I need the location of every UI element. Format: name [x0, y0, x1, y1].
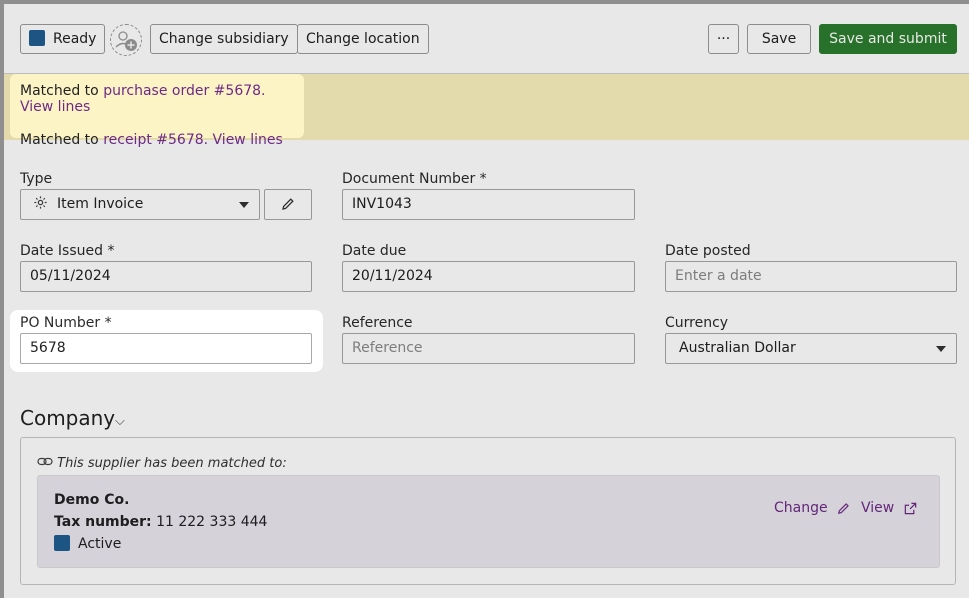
currency-label: Currency — [665, 315, 729, 331]
status-square-icon — [54, 535, 70, 551]
document-number-label: Document Number * — [342, 171, 487, 187]
po-number-spotlight: PO Number * 5678 — [10, 310, 323, 372]
toolbar: Ready Change subsidiary Change location … — [4, 4, 969, 74]
invoice-window: Ready Change subsidiary Change location … — [4, 4, 969, 598]
po-number-input[interactable]: 5678 — [20, 333, 312, 364]
change-supplier-link[interactable]: Change — [774, 500, 851, 516]
view-supplier-link[interactable]: View — [861, 500, 918, 516]
receipt-link[interactable]: receipt #5678. View lines — [103, 132, 283, 148]
match-notice: Matched to purchase order #5678. View li… — [10, 74, 304, 148]
save-and-submit-button[interactable]: Save and submit — [819, 24, 957, 54]
chevron-down-icon — [239, 202, 249, 208]
supplier-match-text: This supplier has been matched to: — [57, 456, 287, 471]
status-button[interactable]: Ready — [20, 24, 106, 54]
link-icon — [37, 457, 53, 466]
status-square-icon — [29, 30, 45, 46]
change-subsidiary-button[interactable]: Change subsidiary — [150, 24, 298, 54]
po-match-prefix: Matched to — [20, 83, 104, 99]
tax-number: Tax number: 11 222 333 444 — [54, 514, 267, 530]
supplier-match-note: This supplier has been matched to: — [37, 456, 287, 471]
supplier-panel: Demo Co. Tax number: 11 222 333 444 Acti… — [37, 475, 940, 568]
change-link-label: Change — [774, 500, 828, 516]
supplier-status: Active — [54, 535, 121, 552]
company-section-title: Company — [20, 406, 116, 430]
date-posted-label: Date posted — [665, 243, 751, 259]
reference-input[interactable]: Reference — [342, 333, 635, 364]
pencil-icon — [838, 502, 849, 514]
pencil-icon — [282, 198, 294, 210]
edit-type-button[interactable] — [264, 189, 312, 220]
save-button[interactable]: Save — [747, 24, 811, 54]
date-issued-input[interactable]: 05/11/2024 — [20, 261, 312, 292]
receipt-match-prefix: Matched to — [20, 132, 104, 148]
chevron-down-icon — [936, 346, 946, 352]
date-due-label: Date due — [342, 243, 407, 259]
change-location-button[interactable]: Change location — [297, 24, 429, 54]
currency-value: Australian Dollar — [679, 340, 796, 356]
type-select[interactable]: Item Invoice — [20, 189, 260, 220]
supplier-name: Demo Co. — [54, 492, 130, 508]
tax-number-value: 11 222 333 444 — [156, 514, 268, 530]
po-number-label: PO Number * — [20, 315, 112, 331]
reference-label: Reference — [342, 315, 413, 331]
date-due-input[interactable]: 20/11/2024 — [342, 261, 635, 292]
add-user-icon[interactable] — [110, 24, 142, 56]
company-card: This supplier has been matched to: Demo … — [20, 437, 956, 585]
document-number-input[interactable]: INV1043 — [342, 189, 635, 220]
status-label: Ready — [53, 31, 97, 47]
currency-select[interactable]: Australian Dollar — [665, 333, 957, 364]
chevron-down-icon[interactable]: ⌵ — [115, 414, 125, 429]
more-options-button[interactable]: ··· — [708, 24, 739, 54]
view-link-label: View — [861, 500, 895, 516]
date-posted-input[interactable]: Enter a date — [665, 261, 957, 292]
receipt-match-line: Matched to receipt #5678. View lines — [20, 132, 294, 148]
tax-number-label: Tax number: — [54, 514, 152, 530]
external-link-icon — [904, 502, 916, 514]
date-issued-label: Date Issued * — [20, 243, 115, 259]
po-match-line: Matched to purchase order #5678. View li… — [20, 83, 294, 115]
type-value: Item Invoice — [57, 196, 144, 212]
supplier-status-label: Active — [78, 536, 122, 552]
gear-icon — [34, 196, 47, 209]
type-label: Type — [20, 171, 53, 187]
